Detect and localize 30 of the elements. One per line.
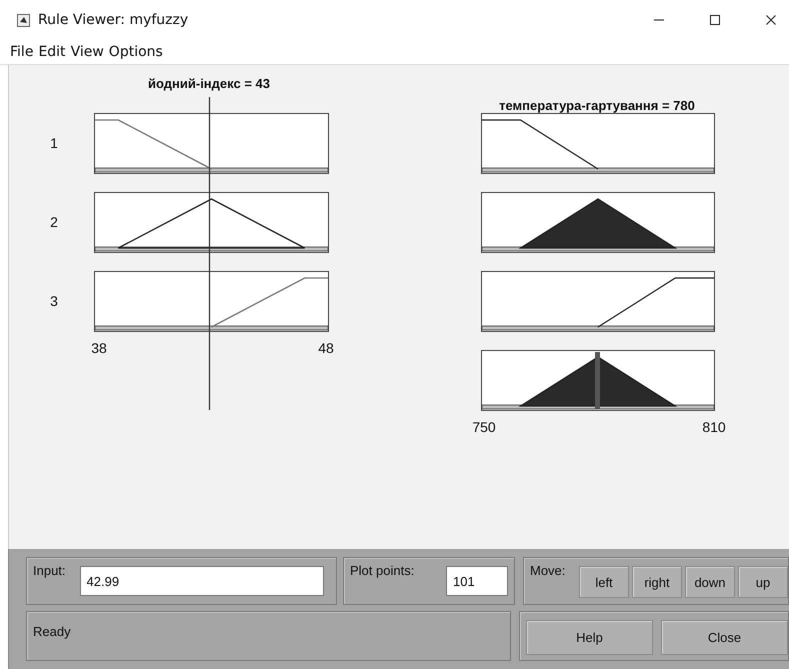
menu-item[interactable]: Options — [108, 44, 163, 60]
input-variable-title: йодний-індекс = 43 — [148, 76, 270, 91]
rule-number: 1 — [50, 135, 58, 151]
output-variable-title: температура-гартування = 780 — [499, 98, 695, 113]
input-value-line[interactable] — [208, 97, 210, 410]
plot-points-field[interactable]: 101 — [446, 566, 508, 596]
maximize-icon[interactable] — [709, 14, 721, 26]
app-icon — [17, 14, 30, 26]
window-title: Rule Viewer: myfuzzy — [38, 12, 188, 28]
input-label: Input: — [33, 563, 66, 578]
move-label: Move: — [530, 563, 566, 578]
close-icon[interactable] — [765, 14, 777, 26]
axis-label: 38 — [91, 340, 107, 356]
menu-item[interactable]: Edit — [38, 44, 66, 60]
move-button[interactable]: left — [579, 566, 629, 598]
status-text: Ready — [33, 624, 71, 639]
input-field[interactable]: 42.99 — [80, 566, 324, 596]
rule-number: 3 — [50, 293, 58, 309]
dialog-button[interactable]: Help — [526, 620, 653, 655]
move-button[interactable]: right — [632, 566, 682, 598]
menu-item[interactable]: View — [70, 44, 104, 60]
move-button[interactable]: up — [738, 566, 788, 598]
axis-label: 750 — [472, 419, 496, 435]
rule-number: 2 — [50, 214, 58, 230]
menu-item[interactable]: File — [10, 44, 34, 60]
move-button[interactable]: down — [685, 566, 735, 598]
axis-label: 48 — [318, 340, 334, 356]
axis-label: 810 — [702, 419, 726, 435]
plot-points-label: Plot points: — [350, 563, 414, 578]
dialog-button[interactable]: Close — [661, 620, 788, 655]
